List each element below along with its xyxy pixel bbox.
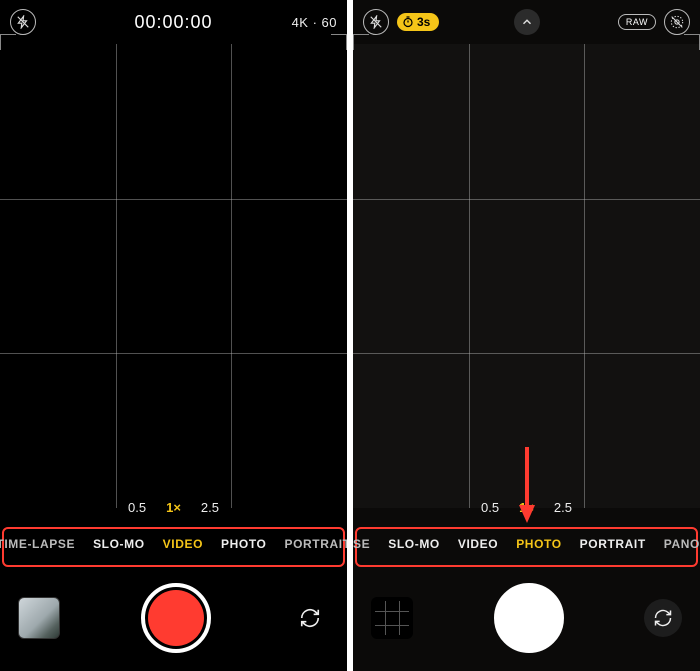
live-photo-toggle[interactable] <box>664 9 690 35</box>
zoom-level[interactable]: 0.5 <box>481 500 499 515</box>
raw-label: RAW <box>626 17 648 27</box>
record-icon <box>148 590 204 646</box>
gridline <box>231 44 232 508</box>
chevron-up-icon <box>520 15 534 29</box>
live-photo-off-icon <box>669 14 685 30</box>
mode-video[interactable]: VIDEO <box>449 537 507 551</box>
viewfinder[interactable] <box>353 44 700 508</box>
mode-selector[interactable]: TIME-LAPSE SLO-MO VIDEO PHOTO PORTRAIT <box>0 527 347 561</box>
mode-slo-mo[interactable]: SLO-MO <box>84 537 154 551</box>
controls-drawer-toggle[interactable] <box>514 9 540 35</box>
mode-video[interactable]: VIDEO <box>154 537 212 551</box>
arrow-down-icon <box>518 445 536 523</box>
zoom-level[interactable]: 0.5 <box>128 500 146 515</box>
mode-time-lapse[interactable]: TIME-LAPSE <box>0 537 84 551</box>
mode-selector[interactable]: SE SLO-MO VIDEO PHOTO PORTRAIT PANO <box>353 527 700 561</box>
mode-photo[interactable]: PHOTO <box>507 537 570 551</box>
mode-slo-mo[interactable]: SLO-MO <box>379 537 449 551</box>
mode-photo[interactable]: PHOTO <box>212 537 275 551</box>
camera-screen-photo: 3s RAW 0.5 1× 2.5 SE <box>353 0 700 671</box>
recording-timer: 00:00:00 <box>134 12 212 33</box>
last-photo-thumbnail[interactable] <box>18 597 60 639</box>
gridline <box>0 353 347 354</box>
last-photo-thumbnail[interactable] <box>371 597 413 639</box>
flip-camera-icon <box>653 608 673 628</box>
gridline <box>584 44 585 508</box>
flip-camera-button[interactable] <box>644 599 682 637</box>
mode-pano[interactable]: PANO <box>655 537 700 551</box>
zoom-level-selected[interactable]: 1× <box>166 500 181 515</box>
gridline <box>469 44 470 508</box>
bottom-bar <box>0 571 347 671</box>
flip-camera-icon <box>299 607 321 629</box>
timer-icon <box>402 16 414 28</box>
mode-portrait[interactable]: PORTRAIT <box>571 537 655 551</box>
timer-badge-label: 3s <box>417 15 430 29</box>
flip-camera-button[interactable] <box>291 599 329 637</box>
top-bar: 3s RAW <box>353 0 700 44</box>
bottom-bar <box>353 571 700 671</box>
flash-toggle[interactable] <box>363 9 389 35</box>
raw-toggle[interactable]: RAW <box>618 14 656 30</box>
flash-off-icon <box>369 15 383 29</box>
flash-toggle[interactable] <box>10 9 36 35</box>
zoom-selector[interactable]: 0.5 1× 2.5 <box>128 500 219 515</box>
gridline <box>0 199 347 200</box>
timer-badge[interactable]: 3s <box>397 13 439 31</box>
annotation-arrow <box>518 445 536 523</box>
flash-off-icon <box>16 15 30 29</box>
resolution-label[interactable]: 4K · 60 <box>292 15 337 30</box>
mode-portrait[interactable]: PORTRAIT <box>275 537 347 551</box>
zoom-level[interactable]: 2.5 <box>554 500 572 515</box>
top-bar: 00:00:00 4K · 60 <box>0 0 347 44</box>
viewfinder[interactable] <box>0 44 347 508</box>
gridline <box>116 44 117 508</box>
camera-screen-video: 00:00:00 4K · 60 0.5 1× 2.5 TIME-LAPSE S… <box>0 0 347 671</box>
gridline <box>353 353 700 354</box>
shutter-button[interactable] <box>141 583 211 653</box>
gridline <box>353 199 700 200</box>
mode-truncated[interactable]: SE <box>353 537 379 551</box>
zoom-level[interactable]: 2.5 <box>201 500 219 515</box>
shutter-button[interactable] <box>494 583 564 653</box>
